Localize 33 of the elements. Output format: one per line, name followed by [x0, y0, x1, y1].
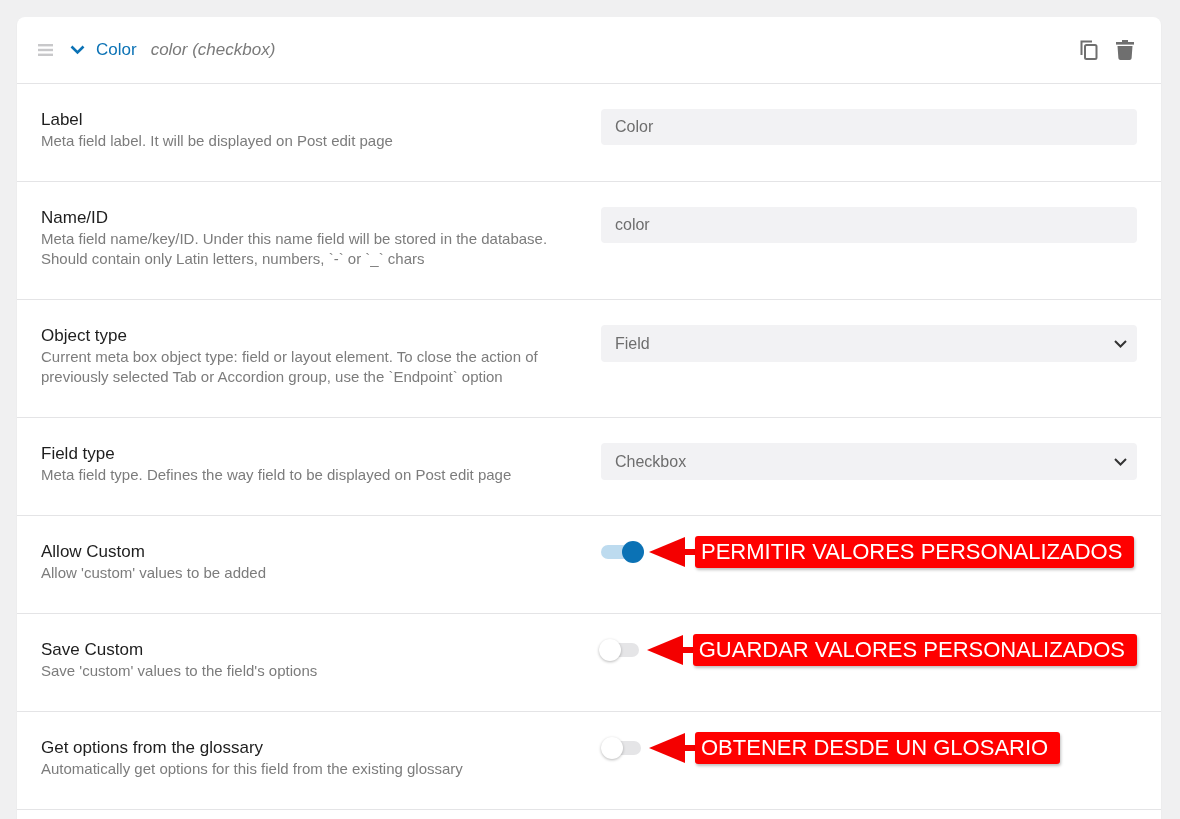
field-label: Allow Custom [41, 541, 146, 563]
field-description: Meta field name/key/ID. Under this name field will be stored in the database. Should contain only Latin letters, numbers, `-` or `_` chars [41, 229, 549, 269]
field-description: Automatically get options for this field from the existing glossary [41, 759, 464, 779]
field-label: Field type [41, 443, 116, 465]
chevron-down-icon[interactable] [70, 45, 85, 55]
field-description: Meta field type. Defines the way field to be displayed on Post edit page [41, 465, 513, 485]
field-label: Name/ID [41, 207, 110, 229]
select-field[interactable]: Field [601, 325, 1137, 362]
select-field[interactable]: Checkbox [601, 443, 1137, 480]
drag-handle-icon[interactable] [38, 44, 53, 56]
field-label: Get options from the glossary [41, 737, 265, 759]
trash-icon[interactable] [1116, 40, 1134, 60]
chevron-down-icon [1114, 457, 1127, 466]
toggle-switch[interactable] [601, 541, 645, 563]
text-field[interactable]: Color [601, 109, 1137, 145]
callout-label: PERMITIR VALORES PERSONALIZADOS [695, 536, 1135, 568]
field-description: Current meta box object type: field or layout element. To close the action of previously selected Tab or Accordion group, use the `Endpoint` option [41, 347, 539, 387]
field-label: Object type [41, 325, 128, 347]
chevron-down-icon [1114, 339, 1127, 348]
field-subtitle: color (checkbox) [150, 40, 276, 60]
arrow-icon [649, 732, 695, 764]
callout-label: OBTENER DESDE UN GLOSARIO [695, 732, 1061, 764]
arrow-icon [646, 634, 693, 666]
arrow-icon [649, 536, 695, 568]
field-description: Allow 'custom' values to be added [41, 563, 268, 583]
copy-icon[interactable] [1080, 40, 1098, 60]
field-description: Save 'custom' values to the field's options [41, 661, 319, 681]
field-title: Color [96, 40, 137, 60]
field-description: Meta field label. It will be displayed on Post edit page [41, 131, 394, 151]
callout-label: GUARDAR VALORES PERSONALIZADOS [692, 634, 1137, 666]
field-label: Save Custom [41, 639, 145, 661]
text-field[interactable]: color [601, 207, 1137, 243]
field-label: Label [41, 109, 84, 131]
